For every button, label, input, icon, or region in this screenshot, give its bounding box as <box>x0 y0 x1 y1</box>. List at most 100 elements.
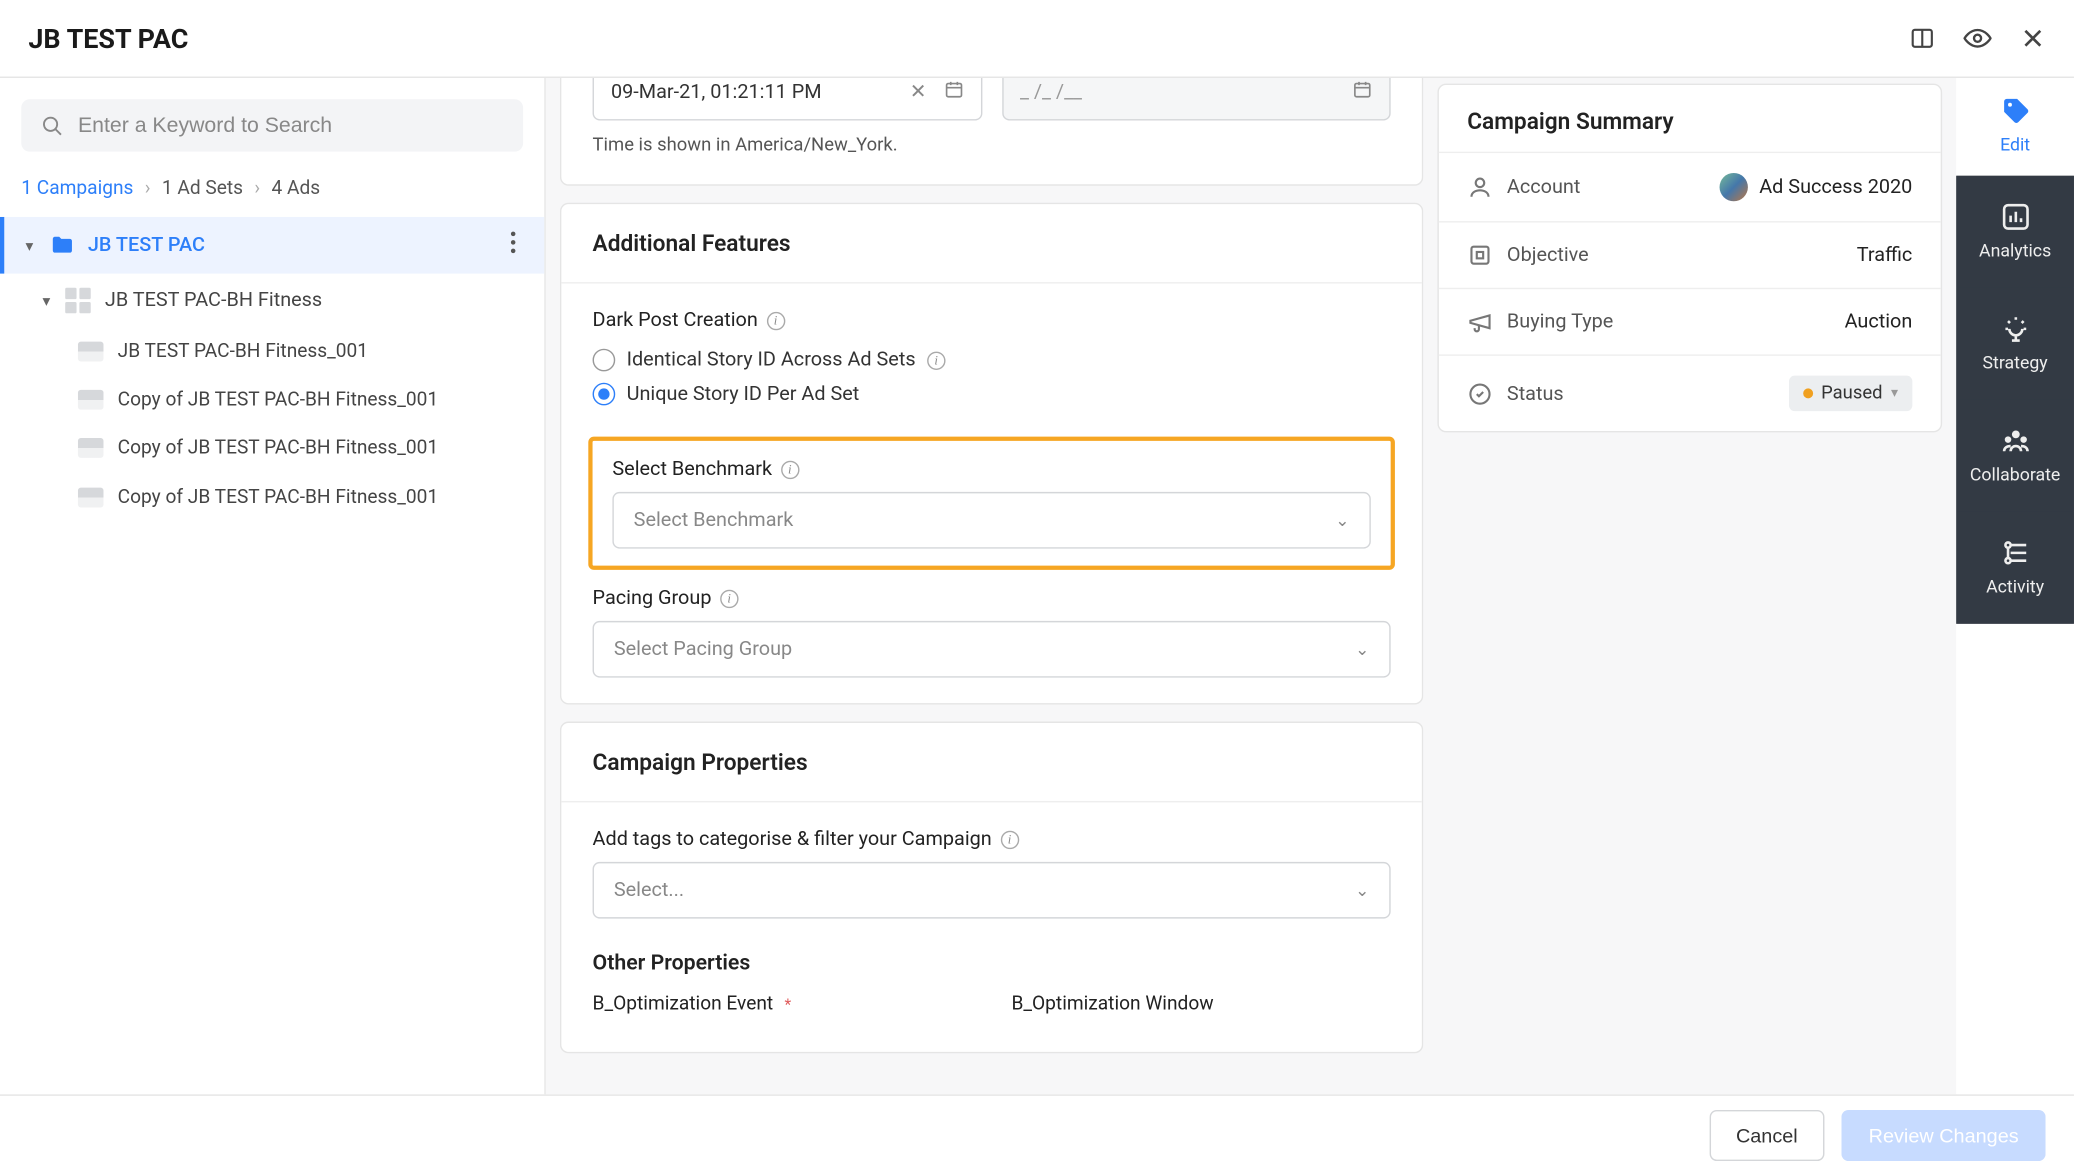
breadcrumb: 1 Campaigns › 1 Ad Sets › 4 Ads <box>0 152 544 217</box>
start-date-input[interactable]: 09-Mar-21, 01:21:11 PM ✕ <box>593 78 982 121</box>
tree-ad-label: Copy of JB TEST PAC-BH Fitness_001 <box>118 436 439 462</box>
summary-title: Campaign Summary <box>1439 85 1941 152</box>
account-value: Ad Success 2020 <box>1759 176 1912 199</box>
chevron-right-icon: › <box>254 177 260 200</box>
tree-ad-row[interactable]: Copy of JB TEST PAC-BH Fitness_001 <box>0 376 544 425</box>
end-date-input[interactable]: _ /_ /__ <box>1002 78 1391 121</box>
strategy-icon <box>2000 313 2031 344</box>
benchmark-highlight: Select Benchmark i Select Benchmark ⌄ <box>588 437 1395 570</box>
analytics-icon <box>2000 201 2031 232</box>
close-icon[interactable] <box>2020 26 2046 52</box>
radio-icon[interactable] <box>593 383 616 406</box>
tree-adset-label: JB TEST PAC-BH Fitness <box>105 289 322 312</box>
tag-icon <box>2000 95 2031 126</box>
rail-activity[interactable]: Activity <box>1956 512 2074 624</box>
calendar-icon[interactable] <box>1352 79 1372 105</box>
campaign-summary-card: Campaign Summary Account Ad Success 2020 <box>1437 84 1942 433</box>
folder-icon <box>48 232 76 258</box>
search-input-wrapper[interactable] <box>21 99 523 151</box>
ad-icon <box>78 487 104 507</box>
kebab-menu-icon[interactable] <box>499 231 527 259</box>
clear-date-icon[interactable]: ✕ <box>904 81 932 104</box>
end-date-value: _ /_ /__ <box>1020 81 1082 104</box>
avatar <box>1720 173 1748 201</box>
chevron-down-icon: ⌄ <box>1335 510 1349 530</box>
required-asterisk: * <box>785 994 792 1012</box>
pacing-label: Pacing Group i <box>593 587 1391 610</box>
preview-icon[interactable] <box>1963 24 1991 52</box>
status-dot-icon <box>1803 388 1813 398</box>
timezone-note: Time is shown in America/New_York. <box>561 120 1421 184</box>
tree-adset-row[interactable]: ▾ JB TEST PAC-BH Fitness <box>0 274 544 328</box>
buying-label: Buying Type <box>1507 310 1613 333</box>
status-value: Paused <box>1821 383 1882 404</box>
info-icon[interactable]: i <box>927 351 945 369</box>
rail-analytics[interactable]: Analytics <box>1956 176 2074 288</box>
status-badge[interactable]: Paused ▾ <box>1789 376 1913 411</box>
sidebar: 1 Campaigns › 1 Ad Sets › 4 Ads ▾ JB TES… <box>0 78 546 1094</box>
page-title: JB TEST PAC <box>28 22 188 55</box>
calendar-icon[interactable] <box>943 79 963 105</box>
radio-identical[interactable]: Identical Story ID Across Ad Sets i <box>593 343 1391 377</box>
tree-campaign-row[interactable]: ▾ JB TEST PAC <box>0 217 544 274</box>
breadcrumb-adsets[interactable]: 1 Ad Sets <box>162 177 243 200</box>
tree-ad-label: Copy of JB TEST PAC-BH Fitness_001 <box>118 387 439 413</box>
ad-icon <box>78 439 104 459</box>
tags-placeholder: Select... <box>614 879 684 902</box>
info-icon[interactable]: i <box>1000 830 1018 848</box>
start-date-value: 09-Mar-21, 01:21:11 PM <box>611 81 822 104</box>
info-icon[interactable]: i <box>781 460 799 478</box>
benchmark-label: Select Benchmark i <box>612 458 1370 481</box>
tree-ad-row[interactable]: Copy of JB TEST PAC-BH Fitness_001 <box>0 473 544 522</box>
additional-features-card: Additional Features Dark Post Creation i… <box>560 203 1423 705</box>
collaborate-icon <box>2000 425 2031 456</box>
search-input[interactable] <box>78 113 503 137</box>
review-changes-button[interactable]: Review Changes <box>1842 1109 2046 1160</box>
pacing-placeholder: Select Pacing Group <box>614 638 792 661</box>
cancel-button[interactable]: Cancel <box>1709 1109 1825 1160</box>
panel-toggle-icon[interactable] <box>1910 26 1936 52</box>
campaign-properties-card: Campaign Properties Add tags to categori… <box>560 722 1423 1054</box>
info-icon[interactable]: i <box>720 589 738 607</box>
radio-icon[interactable] <box>593 349 616 372</box>
chevron-down-icon[interactable]: ▾ <box>26 236 43 254</box>
rail-edit[interactable]: Edit <box>1956 78 2074 176</box>
info-icon[interactable]: i <box>766 311 784 329</box>
breadcrumb-ads[interactable]: 4 Ads <box>271 177 320 200</box>
chevron-down-icon: ⌄ <box>1355 639 1369 659</box>
other-properties-title: Other Properties <box>593 950 1391 976</box>
ad-icon <box>78 390 104 410</box>
header-bar: JB TEST PAC <box>0 0 2074 78</box>
tree-ad-row[interactable]: Copy of JB TEST PAC-BH Fitness_001 <box>0 424 544 473</box>
buying-value: Auction <box>1845 310 1913 333</box>
chevron-down-icon: ⌄ <box>1355 880 1369 900</box>
objective-icon <box>1467 242 1493 268</box>
chevron-down-icon: ▾ <box>1891 386 1898 402</box>
radio-unique[interactable]: Unique Story ID Per Ad Set <box>593 377 1391 411</box>
benchmark-select[interactable]: Select Benchmark ⌄ <box>612 492 1370 549</box>
rail-collaborate[interactable]: Collaborate <box>1956 400 2074 512</box>
right-rail: Edit Analytics Strategy Collaborate Act <box>1956 78 2074 1094</box>
activity-icon <box>2000 537 2031 568</box>
tags-label: Add tags to categorise & filter your Cam… <box>593 828 1391 851</box>
footer-bar: Cancel Review Changes <box>0 1094 2074 1173</box>
account-label: Account <box>1507 176 1580 199</box>
additional-features-title: Additional Features <box>561 204 1421 283</box>
buying-type-icon <box>1467 309 1493 335</box>
objective-value: Traffic <box>1857 244 1913 267</box>
campaign-properties-title: Campaign Properties <box>561 723 1421 802</box>
tree-ad-label: Copy of JB TEST PAC-BH Fitness_001 <box>118 484 439 510</box>
tree-ad-row[interactable]: JB TEST PAC-BH Fitness_001 <box>0 327 544 376</box>
chevron-down-icon[interactable]: ▾ <box>43 291 60 309</box>
breadcrumb-campaigns[interactable]: 1 Campaigns <box>21 177 133 200</box>
adset-icon <box>65 288 91 314</box>
account-icon <box>1467 174 1493 200</box>
search-icon <box>41 114 64 137</box>
opt-window-label: B_Optimization Window <box>1011 992 1390 1015</box>
tree-ad-label: JB TEST PAC-BH Fitness_001 <box>118 339 368 365</box>
rail-strategy[interactable]: Strategy <box>1956 288 2074 400</box>
pacing-select[interactable]: Select Pacing Group ⌄ <box>593 621 1391 678</box>
status-label: Status <box>1507 382 1564 405</box>
tags-select[interactable]: Select... ⌄ <box>593 862 1391 919</box>
dark-post-label: Dark Post Creation i <box>593 309 1391 332</box>
